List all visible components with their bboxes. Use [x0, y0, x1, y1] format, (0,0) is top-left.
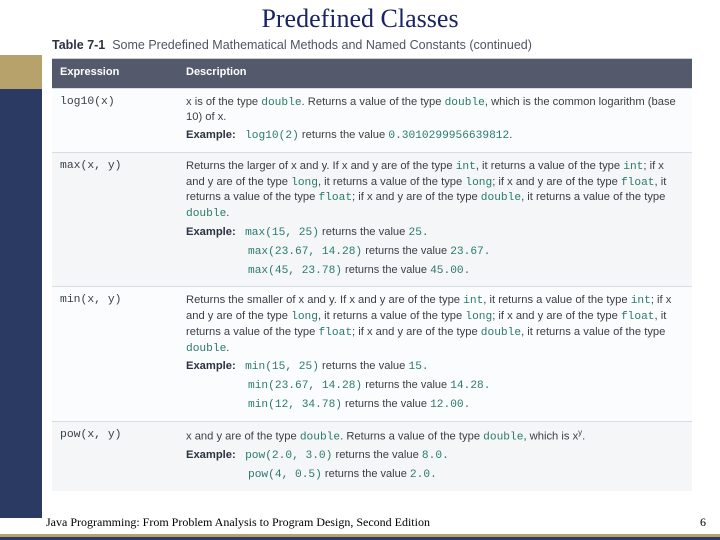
- example-line: Example: log10(2) returns the value 0.30…: [186, 128, 684, 144]
- example-line: Example: max(15, 25) returns the value 2…: [186, 225, 684, 241]
- example-line: Example: pow(2.0, 3.0) returns the value…: [186, 448, 684, 464]
- col-description: Description: [178, 59, 692, 88]
- table-caption-text: Some Predefined Mathematical Methods and…: [112, 38, 532, 52]
- example-line: min(23.67, 14.28) returns the value 14.2…: [248, 378, 684, 394]
- expression-cell: log10(x): [52, 89, 178, 152]
- page-title: Predefined Classes: [0, 0, 720, 36]
- example-line: max(45, 23.78) returns the value 45.00.: [248, 263, 684, 279]
- description-cell: x and y are of the type double. Returns …: [178, 422, 692, 491]
- col-expression: Expression: [52, 59, 178, 88]
- table-header-row: Expression Description: [52, 59, 692, 88]
- table-row: min(x, y) Returns the smaller of x and y…: [52, 286, 692, 420]
- table-row: max(x, y) Returns the larger of x and y.…: [52, 152, 692, 286]
- footer-decorative-band: [0, 534, 720, 540]
- table-row: pow(x, y) x and y are of the type double…: [52, 421, 692, 491]
- expression-cell: min(x, y): [52, 287, 178, 420]
- example-line: pow(4, 0.5) returns the value 2.0.: [248, 467, 684, 483]
- page-number: 6: [700, 515, 706, 530]
- table-number: Table 7-1: [52, 38, 105, 52]
- footer-text: Java Programming: From Problem Analysis …: [46, 515, 430, 530]
- example-line: max(23.67, 14.28) returns the value 23.6…: [248, 244, 684, 260]
- expression-cell: pow(x, y): [52, 422, 178, 491]
- example-line: min(12, 34.78) returns the value 12.00.: [248, 397, 684, 413]
- example-line: Example: min(15, 25) returns the value 1…: [186, 359, 684, 375]
- table-caption: Table 7-1 Some Predefined Mathematical M…: [0, 36, 720, 58]
- left-decorative-stripe: [0, 55, 42, 518]
- description-cell: Returns the larger of x and y. If x and …: [178, 153, 692, 286]
- description-cell: Returns the smaller of x and y. If x and…: [178, 287, 692, 420]
- methods-table: Expression Description log10(x) x is of …: [52, 58, 692, 491]
- table-row: log10(x) x is of the type double. Return…: [52, 88, 692, 152]
- description-cell: x is of the type double. Returns a value…: [178, 89, 692, 152]
- expression-cell: max(x, y): [52, 153, 178, 286]
